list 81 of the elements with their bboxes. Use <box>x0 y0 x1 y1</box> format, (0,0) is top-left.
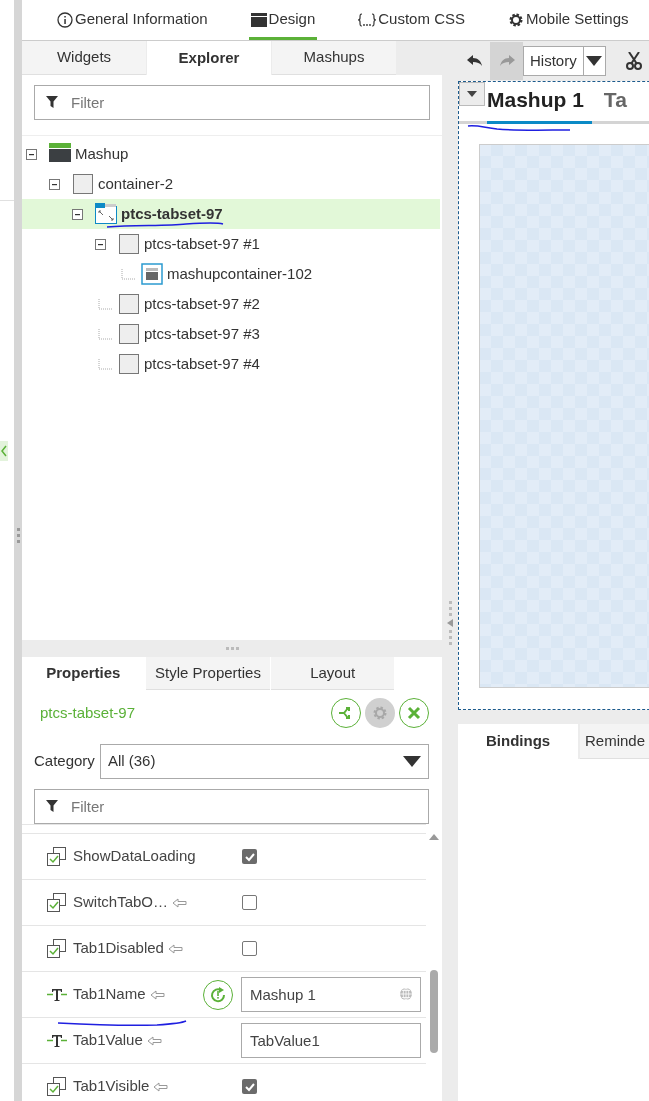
scrollbar-thumb[interactable] <box>430 970 438 1053</box>
widget-name: ptcs-tabset-97 <box>40 702 136 723</box>
tree-item[interactable]: Mashup <box>22 139 440 169</box>
widget-icon <box>72 173 94 195</box>
widget-icon <box>141 263 163 285</box>
checkbox[interactable] <box>242 849 257 864</box>
category-label: Category <box>34 751 95 772</box>
checkbox[interactable] <box>242 941 257 956</box>
gear-icon <box>372 705 388 721</box>
info-icon <box>57 11 73 28</box>
collapse-toggle-icon[interactable] <box>26 148 37 160</box>
filter-field[interactable]: Filter <box>34 85 430 120</box>
panel-tab[interactable]: Layout <box>271 657 394 690</box>
dropdown-caret-icon <box>586 55 603 66</box>
history-dropdown[interactable]: History <box>523 45 606 76</box>
tree-item[interactable]: ptcs-tabset-97 #2 <box>22 289 440 319</box>
close-icon <box>407 706 421 720</box>
property-name: Tab1Disabled <box>73 938 164 959</box>
property-name: Tab1Visible <box>73 1076 150 1097</box>
checkbox-type-icon <box>47 1076 67 1097</box>
property-name: SwitchTabO… <box>73 892 169 913</box>
gear-icon <box>508 11 524 28</box>
checkbox[interactable] <box>242 1079 257 1094</box>
nav-tab[interactable]: General Information <box>55 0 210 40</box>
close-button[interactable] <box>399 698 429 728</box>
widget-icon <box>95 203 117 225</box>
category-dropdown[interactable]: All (36) <box>99 744 429 779</box>
widget-icon <box>118 323 140 345</box>
braces-icon <box>358 11 377 28</box>
settings-button[interactable] <box>365 698 395 728</box>
canvas-tab[interactable]: Mashup 1 <box>487 85 592 124</box>
panel-tab[interactable]: Bindings <box>458 724 578 759</box>
undo-icon <box>467 54 483 67</box>
caret-icon <box>467 91 477 97</box>
scissors-icon <box>625 51 642 70</box>
checkbox-type-icon <box>47 938 67 959</box>
tree-item[interactable]: ptcs-tabset-97 #1 <box>22 229 440 259</box>
panel-tab[interactable]: Explorer <box>147 41 271 75</box>
filter-icon <box>46 800 58 812</box>
nav-tab[interactable]: Custom CSS <box>356 0 467 40</box>
tree-item[interactable]: container-2 <box>22 169 440 199</box>
property-name: Tab1Name <box>73 984 146 1005</box>
redo-icon <box>498 54 515 67</box>
collapse-toggle-icon[interactable] <box>49 178 60 190</box>
collapse-toggle-icon[interactable] <box>95 238 106 250</box>
filter-icon <box>46 96 58 108</box>
filter-field[interactable]: Filter <box>34 789 429 824</box>
tab-menu-button[interactable] <box>459 82 485 106</box>
checkbox-type-icon <box>47 846 67 867</box>
window-icon <box>250 11 267 28</box>
canvas-tab[interactable]: Ta <box>603 85 627 124</box>
tree-item[interactable]: mashupcontainer-102 <box>22 259 440 289</box>
nav-tab[interactable]: Mobile Settings <box>506 0 631 40</box>
property-name: Tab1Value <box>73 1030 143 1051</box>
bindings-button[interactable] <box>331 698 361 728</box>
collapse-toggle-icon[interactable] <box>72 208 83 220</box>
tree-connector-icon <box>95 298 113 310</box>
text-field[interactable]: Mashup 1 <box>241 977 421 1012</box>
widget-icon <box>118 233 140 255</box>
tree-item[interactable]: ptcs-tabset-97 #3 <box>22 319 440 349</box>
property-name: ShowDataLoading <box>73 846 196 867</box>
panel-tab[interactable]: Reminde <box>580 724 649 759</box>
tree-item[interactable]: ptcs-tabset-97 <box>22 199 440 229</box>
tree-connector-icon <box>95 358 113 370</box>
tree-item[interactable]: ptcs-tabset-97 #4 <box>22 349 440 379</box>
panel-tab[interactable]: Mashups <box>272 41 396 75</box>
widget-icon <box>118 293 140 315</box>
checkbox[interactable] <box>242 895 257 910</box>
collapse-arrow-icon[interactable] <box>447 619 453 627</box>
scroll-up-icon[interactable] <box>429 834 439 840</box>
checkbox-type-icon <box>47 892 67 913</box>
panel-tab[interactable]: Widgets <box>22 41 146 75</box>
tree-connector-icon <box>95 328 113 340</box>
panel-tab[interactable]: Style Properties <box>145 657 271 690</box>
refresh-icon <box>209 985 227 1004</box>
text-field[interactable]: TabValue1 <box>241 1023 421 1058</box>
dropdown-caret-icon <box>403 755 421 768</box>
widget-icon <box>49 143 71 165</box>
mashup-canvas[interactable]: Mashup 1 Ta <box>458 81 649 710</box>
tree-connector-icon <box>118 268 136 280</box>
widget-icon <box>118 353 140 375</box>
